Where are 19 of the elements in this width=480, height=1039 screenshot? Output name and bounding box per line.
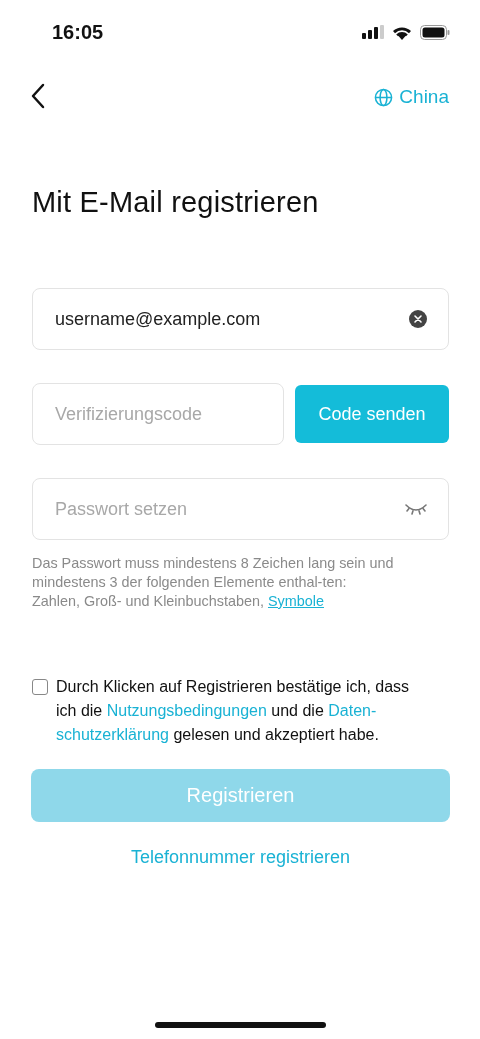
clear-icon[interactable]	[409, 310, 427, 328]
eye-closed-icon[interactable]	[405, 502, 427, 516]
symbols-link[interactable]: Symbole	[268, 593, 324, 609]
phone-register-link[interactable]: Telefonnummer registrieren	[130, 847, 351, 867]
region-selector[interactable]: China	[374, 86, 449, 108]
agree-checkbox[interactable]	[32, 679, 48, 695]
battery-icon	[420, 24, 450, 40]
password-hint: Das Passwort muss mindestens 8 Zeichen lang sein und mindestens 3 der folgenden Elemente enthal-ten: Zahlen, Groß- und Kleinbuchstaben, Symbole	[32, 554, 395, 611]
code-field[interactable]: Verifizierungscode	[32, 383, 284, 445]
agreement-text: Durch Klicken auf Registrieren bestätige ich, dass ich die Nutzungsbedingungen und die Daten-schutzerklärung gelesen und akzeptiert habe.	[56, 677, 411, 745]
page-title: Mit E-Mail registrieren	[32, 185, 320, 219]
email-field[interactable]: username@example.com	[32, 288, 449, 350]
password-field[interactable]: Passwort setzen	[32, 478, 449, 540]
globe-icon	[374, 87, 394, 107]
send-code-button[interactable]: Code senden	[295, 385, 449, 443]
wifi-icon	[392, 24, 412, 40]
terms-link[interactable]: Nutzungsbedingungen	[106, 702, 267, 719]
signal-icon	[362, 25, 384, 39]
status-time: 16:05	[52, 20, 104, 44]
